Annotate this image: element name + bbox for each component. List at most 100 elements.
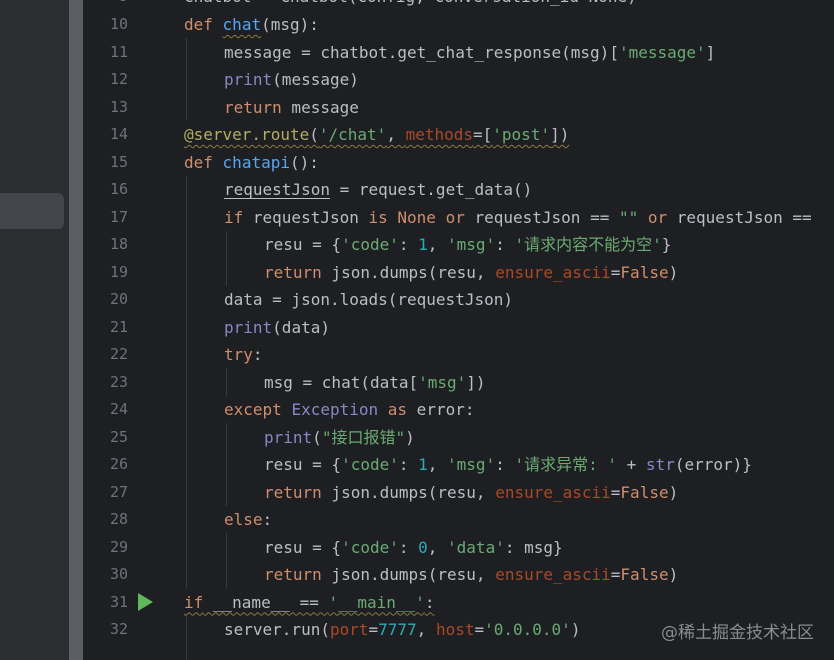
token-plain: ]: [705, 42, 716, 62]
token-class: Exception: [291, 400, 379, 419]
code-line-20[interactable]: data = json.loads(requestJson): [224, 286, 513, 314]
code-line-25[interactable]: print("接口报错"): [264, 424, 415, 452]
token-keyword: False: [620, 262, 669, 282]
token-keyword: else: [224, 510, 263, 529]
token-string: 'data': [447, 537, 505, 557]
code-line-24[interactable]: except Exception as error:: [224, 396, 474, 424]
token-plain: =: [368, 620, 379, 639]
token-plain: __name__ ==: [203, 592, 329, 612]
token-string: '/chat': [318, 125, 387, 144]
project-tree-selected-item[interactable]: [0, 193, 64, 229]
token-plain: +: [617, 455, 646, 474]
code-line-13[interactable]: return message: [224, 94, 359, 122]
code-line-17[interactable]: if requestJson is None or requestJson ==…: [224, 204, 812, 232]
code-line-21[interactable]: print(data): [224, 314, 330, 342]
token-parameter: port: [329, 620, 369, 639]
line-number: 22: [109, 345, 128, 363]
panel-scrollbar[interactable]: [69, 0, 83, 660]
token-keyword: try: [224, 345, 253, 364]
token-keyword: if: [224, 207, 244, 227]
code-line-28[interactable]: else:: [224, 506, 272, 534]
code-line-18[interactable]: resu = {'code': 1, 'msg': '请求内容不能为空'}: [264, 231, 671, 259]
code-line-9[interactable]: chatbot = Chatbot(config, conversation_i…: [184, 0, 637, 11]
line-number: 31: [109, 592, 128, 611]
token-plain: server.run(: [224, 620, 330, 639]
code-line-11[interactable]: message = chatbot.get_chat_response(msg)…: [224, 39, 715, 67]
token-keyword: return: [264, 262, 322, 282]
code-line-16[interactable]: requestJson = request.get_data(): [224, 176, 532, 204]
line-number: 18: [109, 235, 128, 253]
code-line-19[interactable]: return json.dumps(resu, ensure_ascii=Fal…: [264, 259, 678, 287]
token-keyword: is: [368, 207, 388, 227]
indent-guide: [226, 533, 227, 588]
code-line-23[interactable]: msg = chat(data['msg']): [264, 369, 486, 397]
token-plain: :: [398, 537, 419, 557]
line-number: 17: [109, 207, 128, 226]
token-builtin: print: [224, 317, 273, 337]
code-line-26[interactable]: resu = {'code': 1, 'msg': '请求异常: ' + str…: [264, 451, 752, 479]
line-number: 9: [83, 0, 128, 11]
line-number: 25: [109, 427, 128, 446]
token-string: '__main__': [328, 592, 425, 612]
line-number: 13: [109, 97, 128, 116]
token-plain: :: [262, 510, 273, 529]
token-string: "接口报错": [321, 427, 406, 447]
code-line-32[interactable]: server.run(port=7777, host='0.0.0.0'): [224, 616, 580, 644]
token-decorator: @server.route: [184, 125, 310, 144]
token-keyword: None: [397, 207, 436, 227]
token-plain: }: [661, 235, 672, 254]
token-string: '0.0.0.0': [484, 620, 571, 639]
token-plain: json.dumps(resu,: [321, 565, 496, 584]
token-plain: data = json.loads(requestJson): [224, 290, 513, 309]
token-keyword: return: [264, 482, 322, 502]
code-line-27[interactable]: return json.dumps(resu, ensure_ascii=Fal…: [264, 479, 678, 507]
code-line-10[interactable]: def chat(msg):: [184, 11, 319, 39]
code-line-30[interactable]: return json.dumps(resu, ensure_ascii=Fal…: [264, 561, 678, 589]
code-line-15[interactable]: def chatapi():: [184, 149, 319, 177]
code-line-14[interactable]: @server.route('/chat', methods=['post']): [184, 121, 569, 149]
watermark-text: @稀土掘金技术社区: [661, 623, 814, 643]
token-plain: message: [281, 97, 359, 117]
code-line-29[interactable]: resu = {'code': 0, 'data': msg}: [264, 534, 563, 562]
line-number: 27: [109, 482, 128, 501]
token-builtin: print: [264, 427, 313, 447]
token-plain: requestJson ==: [667, 207, 812, 227]
token-number: 7777: [378, 620, 417, 639]
token-parameter: ensure_ascii: [495, 565, 611, 584]
token-string: 'message': [618, 42, 706, 62]
line-number: 20: [109, 290, 128, 308]
token-plain: =: [610, 262, 621, 282]
token-string: 'code': [341, 235, 399, 254]
token-function-name: chatapi: [222, 152, 290, 172]
token-parameter: host: [435, 620, 475, 639]
token-plain: (: [312, 427, 322, 447]
token-plain: resu = {: [264, 537, 342, 557]
token-plain: :: [495, 455, 515, 474]
token-plain: (msg):: [261, 15, 319, 34]
code-line-31[interactable]: if __name__ == '__main__':: [184, 589, 434, 617]
token-plain: requestJson: [243, 207, 369, 227]
token-plain: (message): [272, 70, 359, 89]
token-keyword: return: [224, 97, 282, 117]
token-string: 'msg': [447, 235, 496, 254]
token-plain: ,: [427, 455, 448, 474]
line-number: 21: [109, 317, 128, 336]
token-plain: resu = {: [264, 455, 342, 474]
token-plain: ): [570, 620, 581, 639]
line-number: 28: [109, 510, 128, 528]
code-line-22[interactable]: try:: [224, 341, 263, 369]
run-triangle-icon[interactable]: [138, 593, 153, 611]
line-number: 19: [109, 262, 128, 281]
token-keyword: def: [184, 15, 213, 34]
token-keyword: as: [387, 400, 408, 419]
token-keyword: except: [224, 400, 282, 419]
token-plain: ]): [466, 372, 486, 392]
code-line-12[interactable]: print(message): [224, 66, 359, 94]
indent-guide: [226, 231, 227, 286]
token-parameter: ensure_ascii: [495, 262, 611, 282]
token-plain: resu = {: [264, 235, 342, 254]
token-plain: requestJson ==: [464, 207, 619, 227]
token-plain: (: [309, 125, 319, 144]
line-number: 32: [109, 620, 128, 638]
